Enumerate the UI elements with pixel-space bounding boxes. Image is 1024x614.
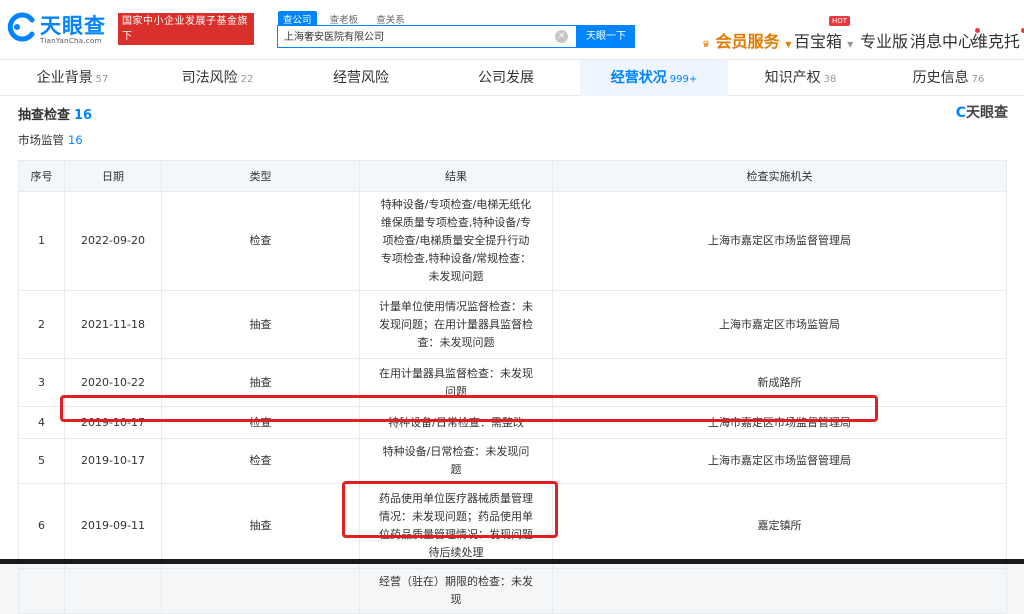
site-logo[interactable]: 天眼查 TianYanCha.com: [6, 10, 112, 48]
cell-date: 2019-10-17: [64, 438, 162, 484]
user-menu[interactable]: 维克托 ▼: [972, 28, 1024, 52]
table-row: 4 2019-10-17 检查 特种设备/日常检查：需整改 上海市嘉定区市场监督…: [18, 406, 1007, 439]
table-row: 经营（驻在）期限的检查：未发现: [18, 568, 1007, 614]
section-title: 抽查检查 16: [18, 108, 93, 123]
cell-index: 6: [18, 483, 65, 569]
table-row: 5 2019-10-17 检查 特种设备/日常检查：未发现问题 上海市嘉定区市场…: [18, 438, 1007, 484]
badge-line-2: 官方备案企业征信机构: [122, 46, 227, 57]
table-header-row: 序号 日期 类型 结果 检查实施机关: [18, 160, 1007, 192]
cell-type: 检查: [161, 406, 360, 439]
search-input[interactable]: [284, 30, 544, 41]
table-row: 2 2021-11-18 抽查 计量单位使用情况监督检查：未发现问题；在用计量器…: [18, 290, 1007, 359]
cell-date: 2019-09-11: [64, 483, 162, 569]
table-row: 6 2019-09-11 抽查 药品使用单位医疗器械质量管理情况：未发现问题；药…: [18, 483, 1007, 569]
cell-result: 特种设备/日常检查：未发现问题: [359, 438, 553, 484]
cell-type: 检查: [161, 438, 360, 484]
cell-org: 上海市嘉定区市场监管局: [552, 290, 1007, 359]
crown-icon: ♛: [702, 40, 711, 50]
search-button[interactable]: 天眼一下: [577, 25, 635, 48]
search-type-tabs: 查公司 查老板 查关系: [278, 8, 413, 27]
tab-legal-risk[interactable]: 司法风险 22: [145, 60, 290, 96]
vip-service-link[interactable]: ♛ 会员服务 ▼: [702, 28, 791, 52]
cell-index: 3: [18, 358, 65, 407]
cell-index: 1: [18, 191, 65, 291]
cell-result: 在用计量器具监督检查：未发现问题: [359, 358, 553, 407]
cell-date: 2020-10-22: [64, 358, 162, 407]
cell-type: 检查: [161, 191, 360, 291]
col-header-result: 结果: [359, 160, 553, 192]
inspection-table: 序号 日期 类型 结果 检查实施机关 1 2022-09-20 检查 特种设备/…: [18, 160, 1007, 614]
treasure-box-link[interactable]: 百宝箱 ▼: [794, 28, 853, 52]
cell-index: 4: [18, 406, 65, 439]
tab-operations[interactable]: 经营状况 999+: [580, 60, 728, 96]
watermark-logo: C天眼查: [955, 105, 1008, 121]
logo-icon: [7, 12, 35, 42]
cell-date: 2022-09-20: [64, 191, 162, 291]
clear-icon[interactable]: ×: [555, 30, 568, 43]
cell-org: [552, 568, 1007, 614]
table-row: 3 2020-10-22 抽查 在用计量器具监督检查：未发现问题 新成路所: [18, 358, 1007, 407]
cell-result: 药品使用单位医疗器械质量管理情况：未发现问题；药品使用单位药品质量管理情况：发现…: [359, 483, 553, 569]
cell-org: 嘉定镇所: [552, 483, 1007, 569]
cell-index: 2: [18, 290, 65, 359]
tab-background[interactable]: 企业背景 57: [0, 60, 145, 96]
col-header-date: 日期: [64, 160, 162, 192]
cell-result: 计量单位使用情况监督检查：未发现问题；在用计量器具监督检查：未发现问题: [359, 290, 553, 359]
cell-index: 5: [18, 438, 65, 484]
cell-index: [18, 568, 65, 614]
cell-org: 上海市嘉定区市场监督管理局: [552, 438, 1007, 484]
cell-type: 抽查: [161, 290, 360, 359]
hot-badge: HOT: [829, 16, 851, 26]
logo-text: 天眼查: [40, 14, 106, 38]
cell-type: 抽查: [161, 358, 360, 407]
sub-section-title: 市场监管 16: [18, 133, 83, 147]
cell-date: 2019-10-17: [64, 406, 162, 439]
col-header-org: 检查实施机关: [552, 160, 1007, 192]
badge-line-1: 国家中小企业发展子基金旗下: [122, 16, 248, 42]
cell-type: 抽查: [161, 483, 360, 569]
cell-org: 新成路所: [552, 358, 1007, 407]
cell-type: [161, 568, 360, 614]
logo-subtext: TianYanCha.com: [40, 37, 102, 45]
cell-result: 特种设备/日常检查：需整改: [359, 406, 553, 439]
tab-development[interactable]: 公司发展: [435, 60, 580, 96]
col-header-index: 序号: [18, 160, 65, 192]
cell-org: 上海市嘉定区市场监督管理局: [552, 191, 1007, 291]
section-tabbar: 企业背景 57 司法风险 22 经营风险 公司发展 经营状况 999+ 知识产权 38 …: [0, 60, 1024, 96]
message-center-link[interactable]: 消息中心: [910, 28, 981, 52]
section-count: 16: [74, 108, 93, 123]
cell-date: 2021-11-18: [64, 290, 162, 359]
cell-date: [64, 568, 162, 614]
cell-org: 上海市嘉定区市场监督管理局: [552, 406, 1007, 439]
col-header-type: 类型: [161, 160, 360, 192]
cell-result: 经营（驻在）期限的检查：未发现: [359, 568, 553, 614]
chevron-down-icon: ▼: [785, 40, 792, 49]
taskbar-edge: [0, 559, 1024, 564]
sub-section-count: 16: [68, 133, 83, 147]
tab-history[interactable]: 历史信息 76: [873, 60, 1024, 96]
main-content: 抽查检查 16 C天眼查 市场监管 16 序号 日期 类型 结果 检查实施机关 1 …: [0, 96, 1024, 614]
chevron-down-icon: ▼: [847, 40, 854, 49]
tab-business-risk[interactable]: 经营风险: [290, 60, 435, 96]
tab-ip[interactable]: 知识产权 38: [728, 60, 873, 96]
cell-result: 特种设备/专项检查/电梯无纸化维保质量专项检查,特种设备/专项检查/电梯质量安全…: [359, 191, 553, 291]
logo-icon: C: [955, 105, 966, 121]
official-badge: 国家中小企业发展子基金旗下 官方备案企业征信机构: [118, 13, 254, 57]
search-box: ×: [277, 25, 577, 48]
top-header: 天眼查 TianYanCha.com 国家中小企业发展子基金旗下 官方备案企业征…: [0, 0, 1024, 60]
pro-version-link[interactable]: 专业版: [860, 28, 908, 52]
table-row: 1 2022-09-20 检查 特种设备/专项检查/电梯无纸化维保质量专项检查,…: [18, 191, 1007, 291]
